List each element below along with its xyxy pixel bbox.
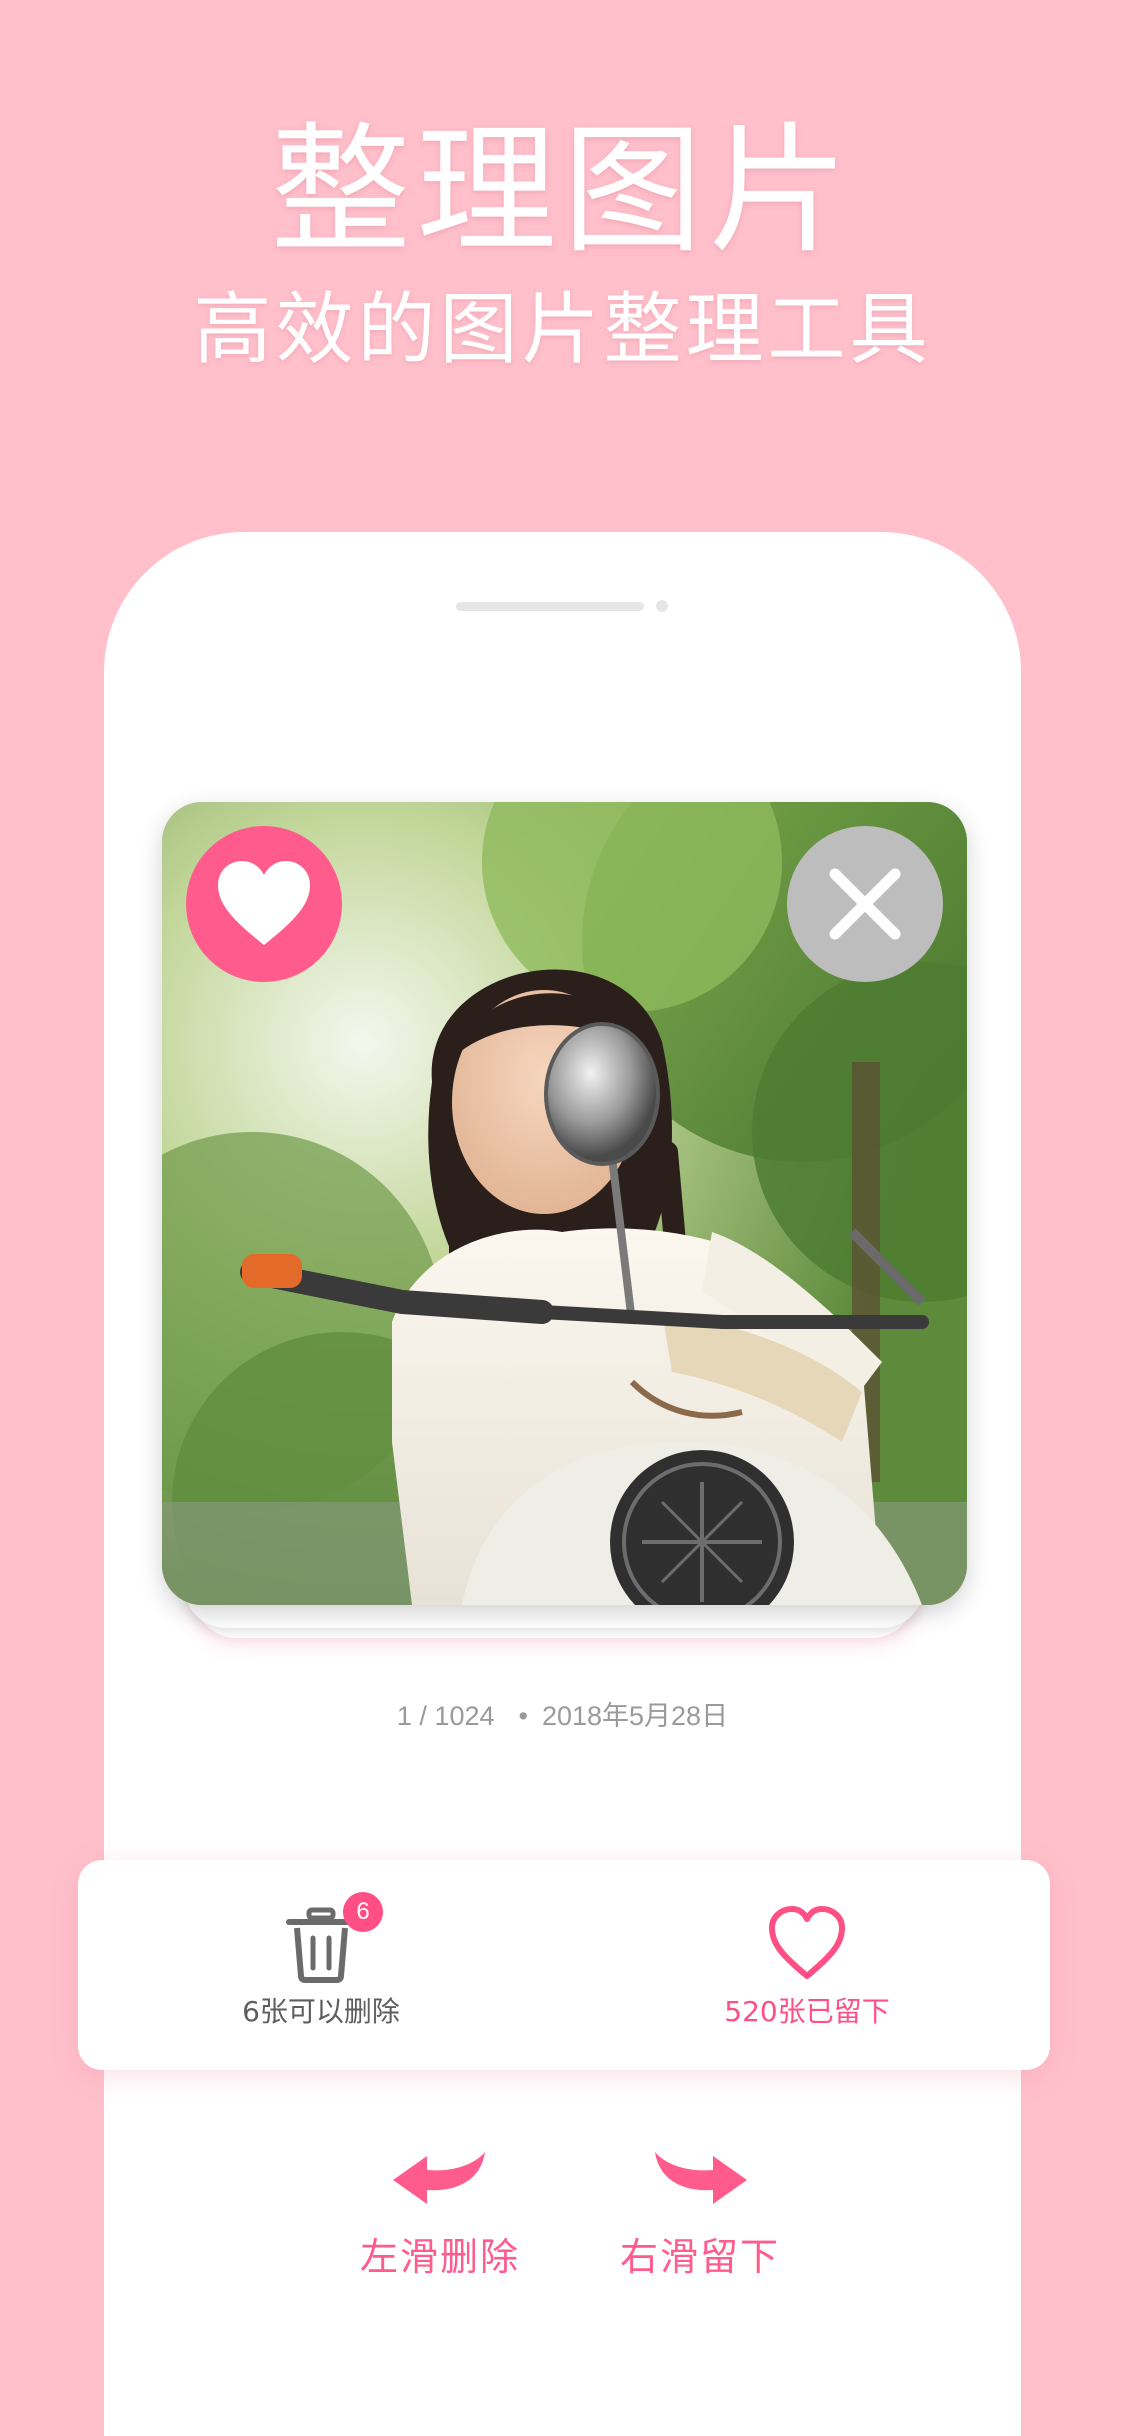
photo-date: 2018年5月28日 [541, 1701, 729, 1731]
photo-index: 1 / 1024 [396, 1701, 495, 1731]
heart-icon [218, 861, 310, 945]
keep-stat-label: 520张已留下 [724, 1995, 890, 2028]
dislike-badge[interactable] [787, 826, 943, 982]
photo-card[interactable] [162, 802, 967, 1605]
stats-panel: 6 6张可以删除 520张已留下 [78, 1860, 1050, 2070]
photo-meta: 1 / 1024 • 2018年5月28日 [104, 1696, 1021, 1736]
hero-title: 整理图片 [270, 110, 855, 273]
delete-count-badge: 6 [343, 1892, 383, 1932]
delete-stat[interactable]: 6 6张可以删除 [78, 1860, 564, 2070]
swipe-left-label: 左滑删除 [359, 2235, 520, 2279]
photo-meta-separator: • [518, 1701, 528, 1731]
keep-stat[interactable]: 520张已留下 [564, 1860, 1050, 2070]
phone-mockup: 1 / 1024 • 2018年5月28日 [104, 532, 1021, 2436]
swipe-right-hint: 右滑留下 [590, 2140, 810, 2290]
heart-outline-icon [769, 1906, 845, 1979]
hero-subtitle: 高效的图片整理工具 [193, 285, 932, 375]
swipe-right-label: 右滑留下 [619, 2235, 780, 2279]
curved-arrow-left-icon [393, 2152, 485, 2204]
trash-icon-wrap: 6 [281, 1892, 383, 1984]
like-badge[interactable] [186, 826, 342, 982]
phone-speaker [456, 602, 644, 611]
heart-outline-icon-wrap [767, 1904, 847, 1984]
phone-camera [656, 600, 668, 612]
swipe-left-hint: 左滑删除 [330, 2140, 550, 2290]
delete-stat-label: 6张可以删除 [242, 1995, 400, 2028]
close-icon [829, 868, 901, 940]
curved-arrow-right-icon [655, 2152, 747, 2204]
